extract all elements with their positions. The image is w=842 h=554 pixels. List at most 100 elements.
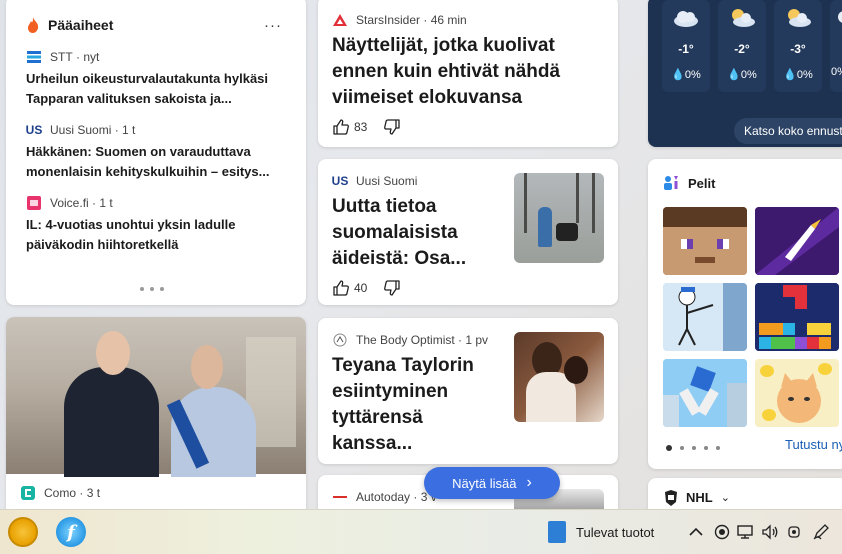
- timestamp: 1 t: [99, 196, 113, 210]
- game-tile-blocks[interactable]: [755, 283, 839, 351]
- article-card[interactable]: StarsInsider · 46 min Näyttelijät, jotka…: [318, 0, 618, 147]
- uusi-suomi-logo-icon: US: [25, 123, 43, 137]
- chevron-up-icon[interactable]: [688, 522, 704, 542]
- thumbs-down-icon: [384, 119, 401, 135]
- top-stories-header: Pääaiheet ···: [26, 14, 286, 36]
- taskbar-app-icon[interactable]: f: [56, 517, 86, 547]
- precipitation: 💧0%: [671, 69, 701, 81]
- source-name: Autotoday: [356, 490, 411, 504]
- thumbs-down-icon: [384, 280, 401, 296]
- carousel-dots[interactable]: [140, 287, 164, 291]
- uusi-suomi-logo-icon: US: [331, 174, 349, 188]
- headline: Urheilun oikeusturvalautakunta hylkäsi T…: [26, 71, 269, 106]
- weather-hour[interactable]: -3° 💧0%: [774, 0, 822, 92]
- source-name: STT: [50, 50, 73, 64]
- game-tile-cats[interactable]: [755, 359, 839, 427]
- list-item[interactable]: STT · nyt Urheilun oikeusturvalautakunta…: [26, 49, 286, 109]
- photo-story-card[interactable]: Como · 3 t: [6, 317, 306, 517]
- timestamp: 1 t: [122, 123, 136, 137]
- show-more-label: Näytä lisää: [452, 475, 517, 491]
- dislike-button[interactable]: [383, 279, 401, 297]
- temperature: -3°: [790, 42, 806, 56]
- pen-icon[interactable]: [810, 522, 832, 542]
- cloud-icon: [830, 8, 842, 28]
- source-name: Voice.fi: [50, 196, 89, 210]
- document-icon: [548, 521, 566, 543]
- taskbar-app-clock-icon[interactable]: [8, 517, 38, 547]
- headline: Uutta tietoa suomalaisista äideistä: Osa…: [332, 196, 467, 269]
- top-stories-title: Pääaiheet: [48, 17, 114, 33]
- article-card[interactable]: US Uusi Suomi Uutta tietoa suomalaisista…: [318, 159, 618, 305]
- source-name: The Body Optimist: [356, 333, 455, 347]
- precipitation: 💧0%: [727, 69, 757, 81]
- chevron-down-icon[interactable]: ⌄: [721, 491, 730, 504]
- like-count: 83: [354, 120, 368, 134]
- game-tile-rocket[interactable]: [755, 207, 839, 275]
- flame-icon: [28, 17, 39, 33]
- moon-cloud-icon: [728, 8, 756, 28]
- game-tile-blocky[interactable]: [663, 207, 747, 275]
- dislike-button[interactable]: [383, 118, 401, 136]
- meet-now-icon[interactable]: [785, 522, 803, 542]
- games-icon: [664, 176, 678, 190]
- games-card: Pelit Tutustu nyt: [648, 159, 842, 469]
- upcoming-earnings-label: Tulevat tuotot: [576, 524, 655, 540]
- game-tile-stickman[interactable]: [663, 283, 747, 351]
- timestamp: nyt: [83, 50, 100, 64]
- stt-logo-icon: [26, 50, 42, 64]
- precipitation: 0%: [831, 66, 842, 78]
- headline: Häkkänen: Suomen on varauduttava monenla…: [26, 144, 270, 179]
- weather-card[interactable]: -1° 💧0% -2° 💧0% -3° 💧0% 0% Katso koko en…: [648, 0, 842, 147]
- explore-games-link[interactable]: Tutustu nyt: [785, 437, 842, 452]
- starsinsider-logo-icon: [332, 13, 348, 27]
- source-name: Uusi Suomi: [356, 174, 418, 188]
- weather-hour[interactable]: -2° 💧0%: [718, 0, 766, 92]
- cloud-icon: [672, 8, 700, 28]
- chevron-right-icon: ›: [526, 474, 532, 491]
- upcoming-earnings-widget[interactable]: Tulevat tuotot: [548, 520, 654, 544]
- headline: IL: 4-vuotias unohtui yksin ladulle päiv…: [26, 217, 236, 252]
- temperature: -2°: [734, 42, 750, 56]
- nhl-logo-icon: [665, 490, 677, 506]
- article-thumbnail: [514, 332, 604, 422]
- show-more-button[interactable]: Näytä lisää ›: [424, 467, 560, 499]
- como-logo-icon: [20, 486, 36, 500]
- list-item[interactable]: US Uusi Suomi · 1 t Häkkänen: Suomen on …: [26, 122, 286, 182]
- volume-icon[interactable]: [760, 522, 780, 542]
- story-photo: [6, 317, 306, 477]
- carousel-dots[interactable]: [666, 445, 720, 451]
- top-stories-card: Pääaiheet ··· STT · nyt Urheilun oikeust…: [6, 0, 306, 305]
- like-count: 40: [354, 281, 368, 295]
- moon-cloud-icon: [784, 8, 812, 28]
- headline: Näyttelijät, jotka kuolivat ennen kuin e…: [332, 35, 561, 108]
- thumbs-up-icon: [333, 280, 349, 296]
- source-name: Como: [44, 486, 77, 500]
- game-tile-runner[interactable]: [663, 359, 747, 427]
- autotoday-logo-icon: [332, 490, 348, 504]
- timestamp: 1 pv: [465, 333, 489, 347]
- timestamp: 46 min: [430, 13, 467, 27]
- more-options-button[interactable]: ···: [264, 17, 282, 34]
- weather-hour[interactable]: -1° 💧0%: [662, 0, 710, 92]
- headline: Teyana Taylorin esiintyminen tyttärensä …: [332, 355, 474, 454]
- taskbar: f Tulevat tuotot: [0, 509, 842, 554]
- full-forecast-link[interactable]: Katso koko ennuste: [734, 118, 842, 144]
- voice-logo-icon: [26, 196, 42, 210]
- nhl-label: NHL: [686, 490, 713, 505]
- weather-hour[interactable]: 0%: [830, 0, 842, 92]
- like-button[interactable]: 40: [332, 279, 367, 297]
- body-optimist-logo-icon: [332, 333, 348, 347]
- games-title: Pelit: [688, 175, 716, 191]
- source-name: StarsInsider: [356, 13, 421, 27]
- network-icon[interactable]: [736, 522, 756, 542]
- list-item[interactable]: Voice.fi · 1 t IL: 4-vuotias unohtui yks…: [26, 195, 286, 255]
- source-name: Uusi Suomi: [50, 123, 112, 137]
- thumbs-up-icon: [333, 119, 349, 135]
- record-icon[interactable]: [713, 522, 731, 542]
- article-thumbnail: [514, 173, 604, 263]
- like-button[interactable]: 83: [332, 118, 367, 136]
- precipitation: 💧0%: [783, 69, 813, 81]
- article-card[interactable]: The Body Optimist · 1 pv Teyana Taylorin…: [318, 318, 618, 464]
- temperature: -1°: [678, 42, 694, 56]
- timestamp: 3 t: [86, 486, 101, 500]
